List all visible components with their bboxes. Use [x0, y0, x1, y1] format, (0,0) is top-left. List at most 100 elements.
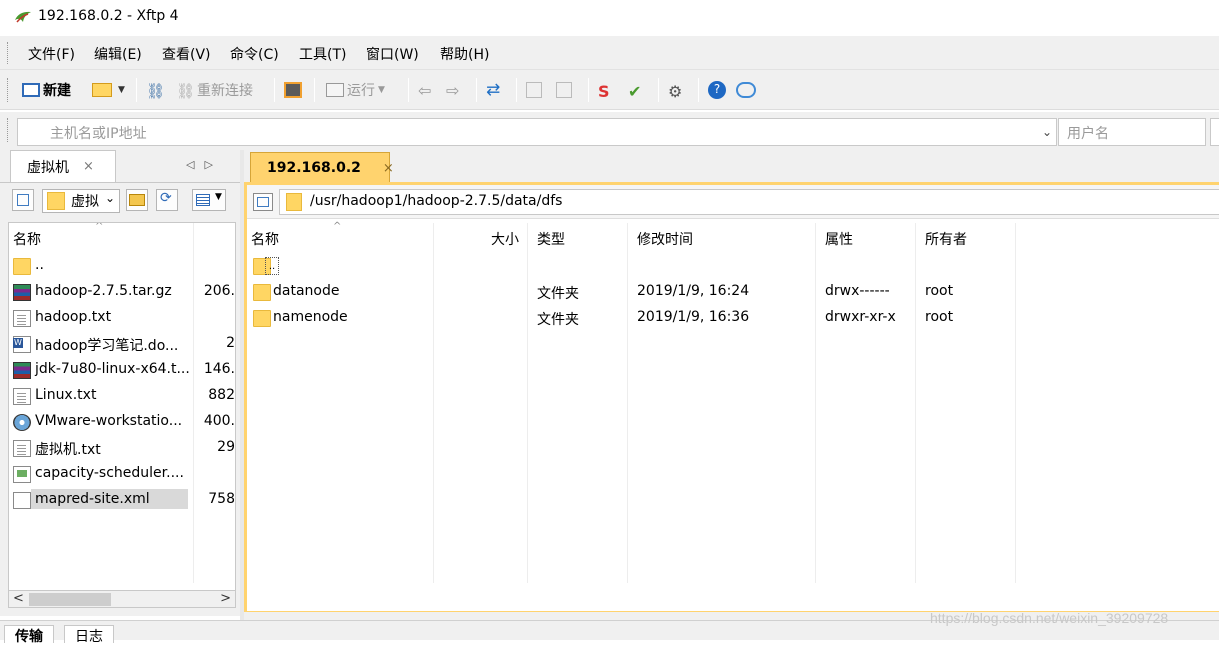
tab-log[interactable]: 日志 — [64, 625, 114, 645]
reconnect-button[interactable]: ⛓ 重新连接 — [176, 78, 253, 102]
sort-ascending-icon: ^ — [333, 221, 342, 232]
properties-button[interactable] — [284, 78, 305, 102]
remote-col-attrs-label: 属性 — [825, 232, 853, 248]
connect-button[interactable]: ⛓ — [146, 78, 167, 102]
parent-folder-button[interactable] — [126, 189, 148, 211]
chevron-down-icon: ⌄ — [1041, 125, 1053, 139]
feedback-button[interactable] — [736, 78, 759, 102]
help-button[interactable]: ? — [708, 78, 729, 102]
tab-local[interactable]: 虚拟机 × — [10, 150, 116, 182]
remote-col-size[interactable]: 大小 — [487, 223, 519, 249]
tab-transfers[interactable]: 传输 — [4, 625, 54, 645]
xftp-button[interactable]: ✔ — [628, 78, 649, 102]
menu-bar: 文件(F) 编辑(E) 查看(V) 命令(C) 工具(T) 窗口(W) 帮助(H… — [0, 36, 1219, 70]
local-view-toggle-button[interactable] — [12, 189, 34, 211]
scrollbar-thumb[interactable] — [29, 593, 111, 606]
open-button[interactable]: ▼ — [92, 78, 125, 102]
refresh-button[interactable]: ⟳ — [156, 189, 178, 211]
host-placeholder: 主机名或IP地址 — [50, 126, 147, 142]
parent-dots-icon: .. — [265, 257, 279, 275]
host-dropdown-button[interactable]: ⌄ — [1037, 118, 1057, 146]
menu-command[interactable]: 命令(C) — [230, 44, 279, 64]
list-item[interactable]: Linux.txt 882 — [9, 383, 235, 409]
list-item[interactable]: VMware-workstatio... 400. — [9, 409, 235, 435]
menu-tools[interactable]: 工具(T) — [299, 44, 346, 64]
menu-help[interactable]: 帮助(H) — [440, 44, 489, 64]
local-col-name[interactable]: 名称 ^ — [9, 223, 103, 249]
folder-icon — [13, 258, 31, 275]
back-button[interactable]: ⇦ — [418, 78, 431, 102]
toolbar-separator — [274, 78, 275, 102]
paste-button[interactable] — [556, 78, 575, 102]
list-item[interactable]: hadoop.txt — [9, 305, 235, 331]
window-title: 192.168.0.2 - Xftp 4 — [38, 8, 179, 24]
remote-col-attrs[interactable]: 属性 — [821, 223, 853, 249]
toolbar-separator — [408, 78, 409, 102]
close-icon[interactable]: × — [83, 159, 94, 174]
list-item[interactable]: hadoop-2.7.5.tar.gz 206. — [9, 279, 235, 305]
menu-view[interactable]: 查看(V) — [162, 44, 211, 64]
menu-edit[interactable]: 编辑(E) — [94, 44, 142, 64]
list-item[interactable]: jdk-7u80-linux-x64.t... 146. — [9, 357, 235, 383]
remote-col-modified[interactable]: 修改时间 — [633, 223, 693, 249]
scroll-left-icon[interactable]: < — [13, 591, 24, 606]
host-input[interactable]: 主机名或IP地址 — [17, 118, 1057, 146]
list-item[interactable]: .. — [9, 253, 235, 279]
username-placeholder: 用户名 — [1067, 126, 1109, 142]
new-session-icon — [22, 83, 40, 97]
chevron-down-icon: ⌄ — [104, 191, 115, 205]
tab-remote[interactable]: 192.168.0.2 × — [250, 152, 394, 184]
local-horizontal-scrollbar[interactable]: < > — [8, 590, 236, 608]
xml-file-icon — [13, 466, 31, 483]
list-item[interactable]: capacity-scheduler.... — [9, 461, 235, 487]
folder-icon — [286, 193, 302, 211]
file-name: VMware-workstatio... — [35, 413, 183, 429]
view-mode-button[interactable]: ▼ — [192, 189, 226, 211]
copy-button[interactable] — [526, 78, 545, 102]
run-button[interactable]: 运行 ▼ — [326, 78, 385, 102]
file-size: 400. — [203, 413, 235, 429]
remote-path-bar: /usr/hadoop1/hadoop-2.7.5/data/dfs — [247, 185, 1219, 219]
toolbar-grip — [7, 78, 10, 102]
sync-button[interactable]: ⇄ — [486, 78, 500, 102]
tab-transfers-label: 传输 — [15, 629, 43, 645]
username-input[interactable]: 用户名 — [1058, 118, 1206, 146]
remote-path-input[interactable]: /usr/hadoop1/hadoop-2.7.5/data/dfs — [279, 189, 1219, 215]
remote-col-owner-label: 所有者 — [925, 232, 967, 248]
toolbar-separator — [136, 78, 137, 102]
xshell-button[interactable]: S — [598, 78, 619, 102]
speech-bubble-icon — [736, 82, 756, 98]
list-item[interactable]: namenode 文件夹 2019/1/9, 16:36 drwxr-xr-x … — [247, 305, 1219, 331]
list-item[interactable]: hadoop学习笔记.do... 2 — [9, 331, 235, 357]
reconnect-link-icon: ⛓ — [176, 82, 196, 100]
remote-col-owner[interactable]: 所有者 — [921, 223, 967, 249]
paste-icon — [556, 82, 572, 98]
forward-button[interactable]: ⇨ — [446, 78, 459, 102]
tab-remote-label: 192.168.0.2 — [267, 160, 361, 176]
remote-col-type[interactable]: 类型 — [533, 223, 565, 249]
list-item-parent[interactable]: .. — [247, 253, 1219, 279]
remote-view-toggle-button[interactable] — [253, 193, 273, 211]
list-item[interactable]: datanode 文件夹 2019/1/9, 16:24 drwx------ … — [247, 279, 1219, 305]
scroll-right-icon[interactable]: > — [220, 591, 231, 606]
xftp-icon: ✔ — [628, 82, 642, 101]
password-input[interactable] — [1210, 118, 1219, 146]
toolbar-separator — [476, 78, 477, 102]
close-icon[interactable]: × — [383, 161, 394, 176]
run-dropdown-icon[interactable]: ▼ — [378, 85, 385, 95]
archive-icon — [13, 284, 31, 301]
options-button[interactable]: ⚙ — [668, 78, 689, 102]
reconnect-label: 重新连接 — [197, 83, 253, 99]
list-item[interactable]: 虚拟机.txt 29 — [9, 435, 235, 461]
list-item-selected[interactable]: mapred-site.xml 758 — [9, 487, 235, 513]
remote-col-size-label: 大小 — [491, 232, 519, 248]
new-session-button[interactable]: 新建 — [22, 78, 71, 102]
file-modified: 2019/1/9, 16:36 — [637, 309, 750, 325]
local-location-select[interactable]: 虚拟 ⌄ — [42, 189, 120, 213]
menu-window[interactable]: 窗口(W) — [366, 44, 419, 64]
tab-scroll-arrows[interactable]: ◁▷ — [186, 158, 223, 171]
open-dropdown-icon[interactable]: ▼ — [118, 85, 125, 95]
menu-file[interactable]: 文件(F) — [28, 44, 75, 64]
remote-col-name[interactable]: 名称 ^ — [247, 221, 341, 249]
copy-icon — [526, 82, 542, 98]
